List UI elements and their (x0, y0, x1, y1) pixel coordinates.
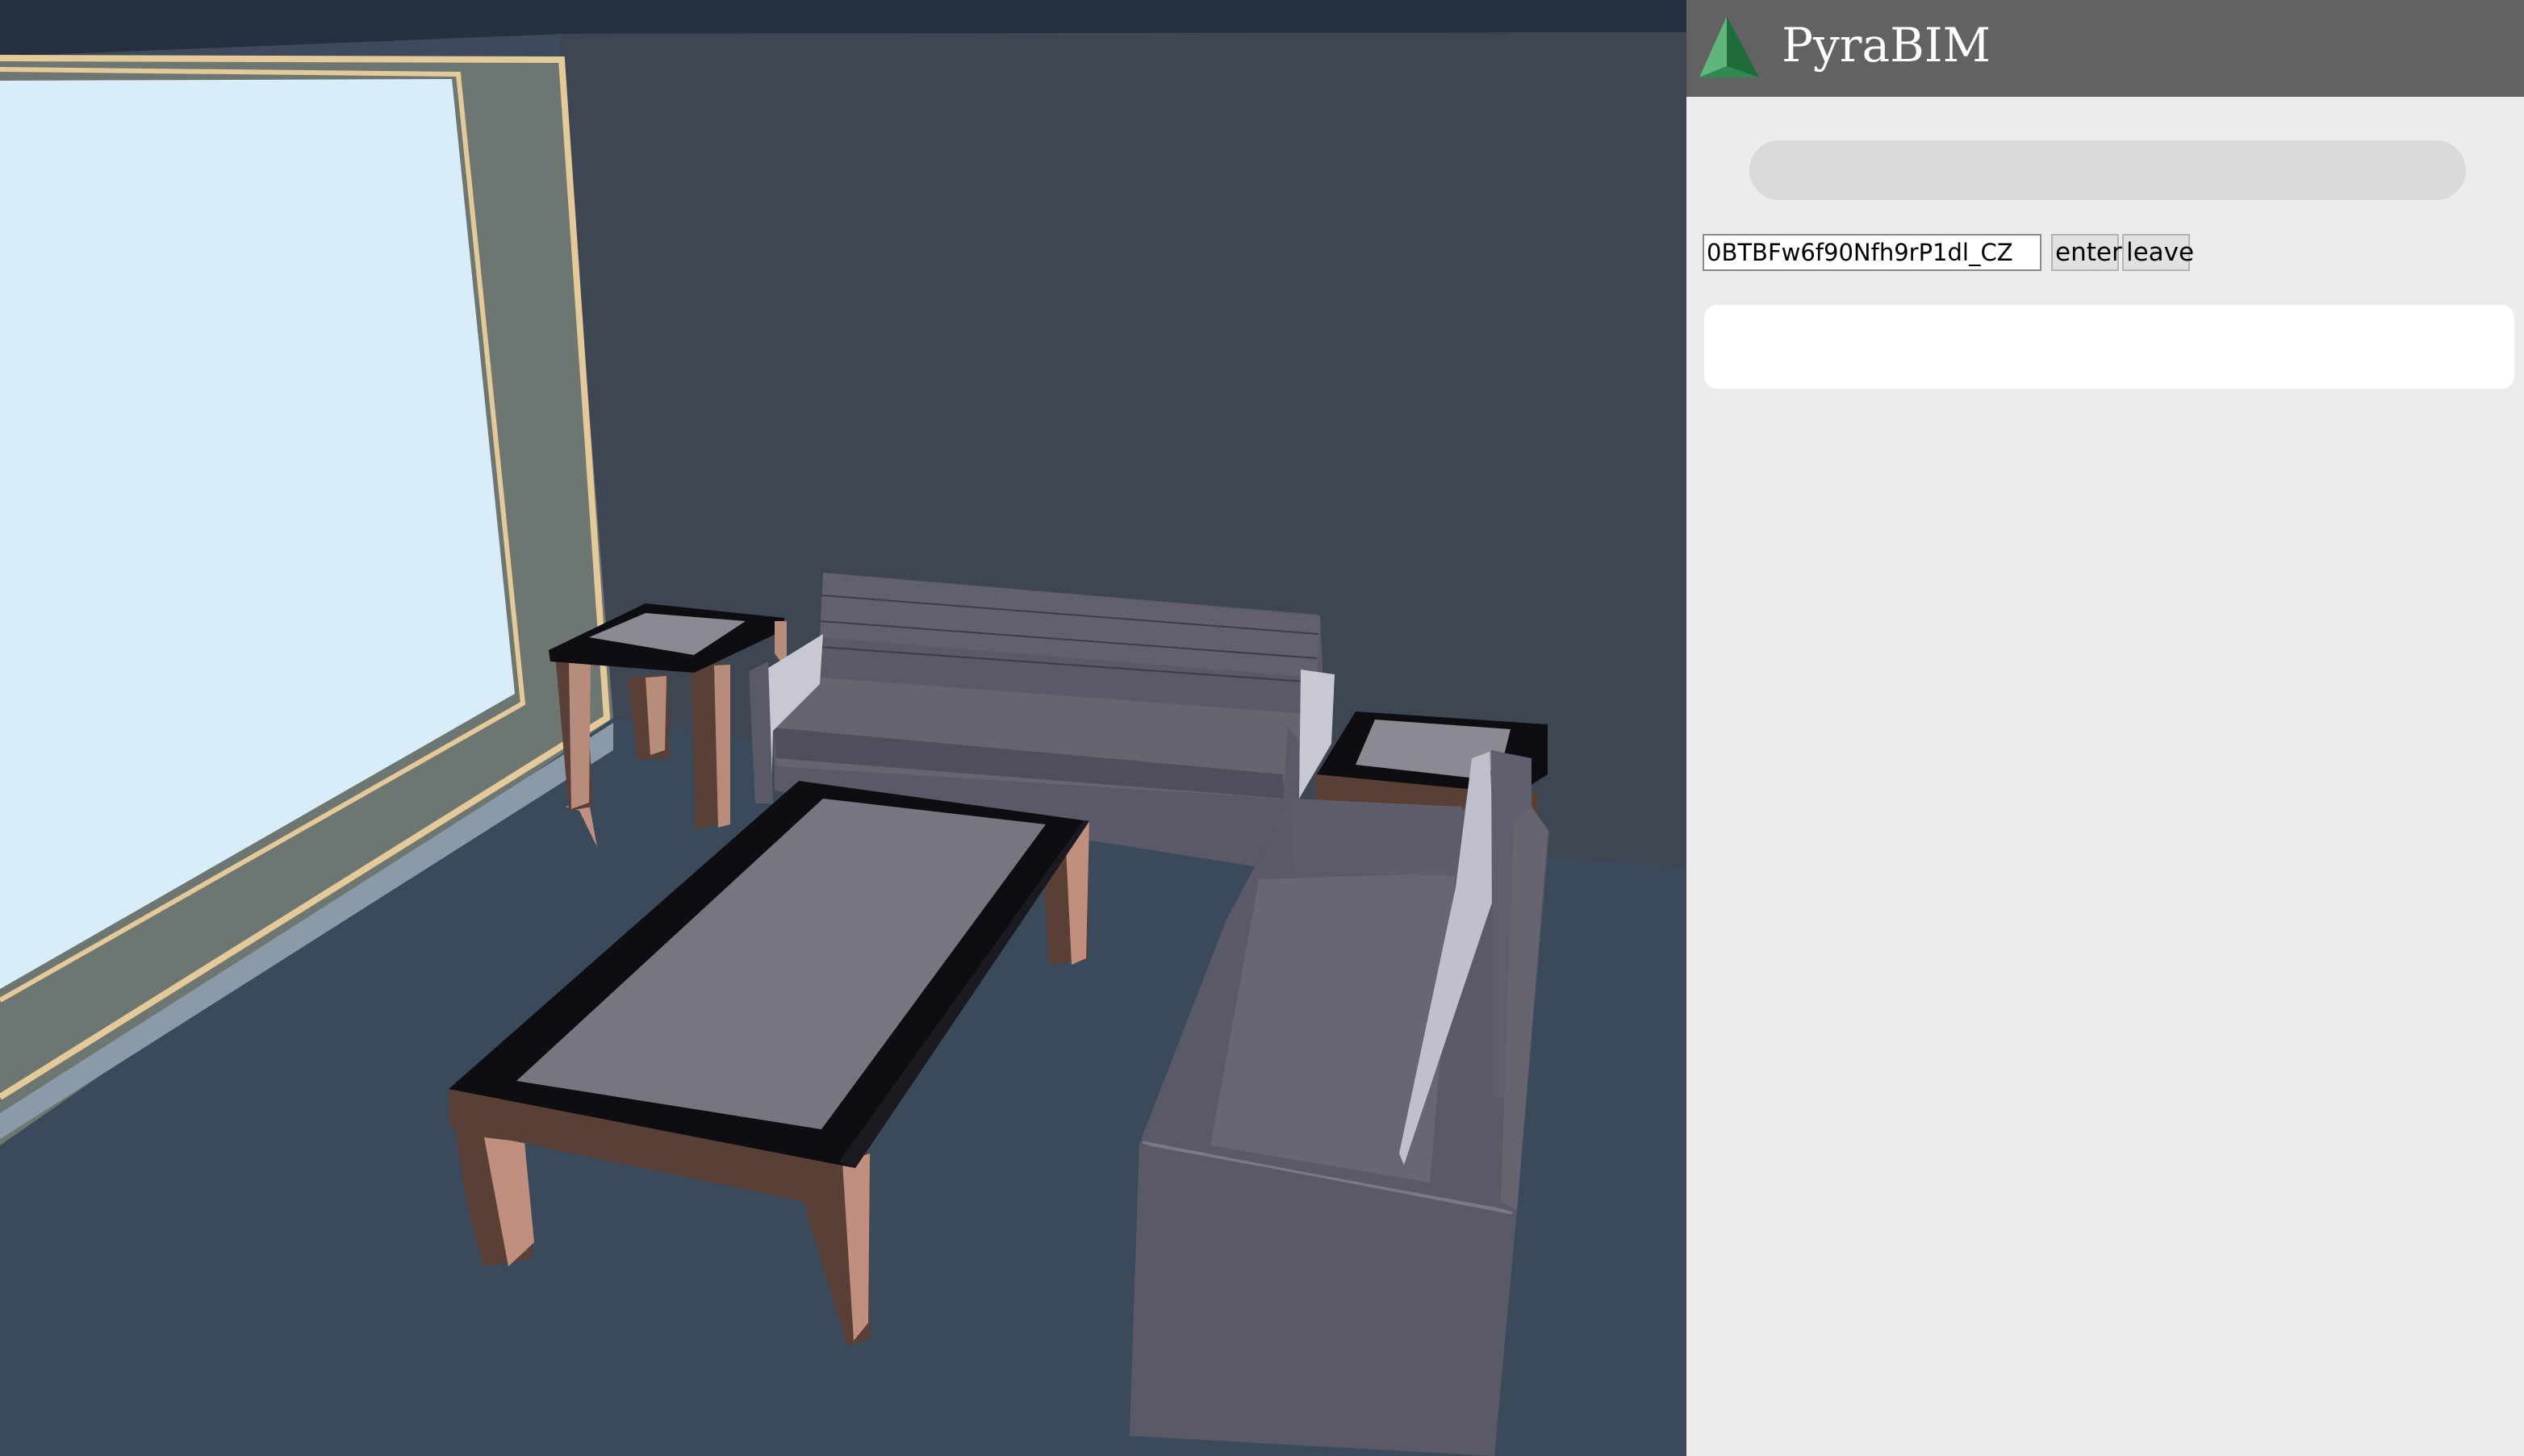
progress-bar (1749, 140, 2466, 200)
pyramid-logo-icon (1699, 16, 1759, 77)
enter-button[interactable]: enter (2051, 234, 2122, 271)
3d-viewport[interactable] (0, 0, 1686, 1456)
side-panel: PyraBIM enter leave (1686, 0, 2524, 1456)
output-box (1704, 305, 2514, 389)
scene-canvas[interactable] (0, 0, 1686, 1456)
leave-button[interactable]: leave (2122, 234, 2194, 271)
panel-header: PyraBIM (1686, 0, 2524, 97)
guid-input[interactable] (1703, 234, 2041, 271)
app-title: PyraBIM (1782, 18, 1991, 73)
